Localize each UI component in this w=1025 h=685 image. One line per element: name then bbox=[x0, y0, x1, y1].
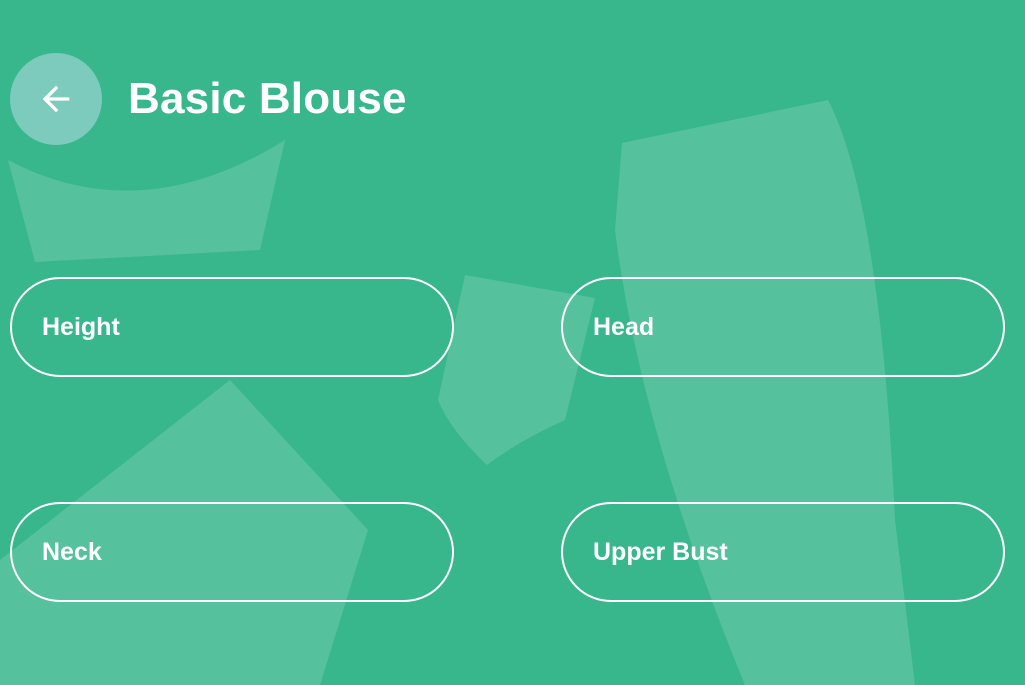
neck-field[interactable]: Neck bbox=[10, 502, 454, 602]
head-field-label: Head bbox=[593, 312, 655, 341]
back-button[interactable] bbox=[10, 53, 102, 145]
arrow-left-icon bbox=[42, 85, 70, 113]
neck-field-label: Neck bbox=[42, 537, 102, 566]
head-field[interactable]: Head bbox=[561, 277, 1005, 377]
app-header: Basic Blouse bbox=[10, 53, 407, 145]
height-field[interactable]: Height bbox=[10, 277, 454, 377]
height-field-label: Height bbox=[42, 312, 120, 341]
page-title: Basic Blouse bbox=[128, 74, 407, 123]
upper-bust-field[interactable]: Upper Bust bbox=[561, 502, 1005, 602]
upper-bust-field-label: Upper Bust bbox=[593, 537, 728, 566]
pattern-piece-collar bbox=[8, 140, 285, 262]
